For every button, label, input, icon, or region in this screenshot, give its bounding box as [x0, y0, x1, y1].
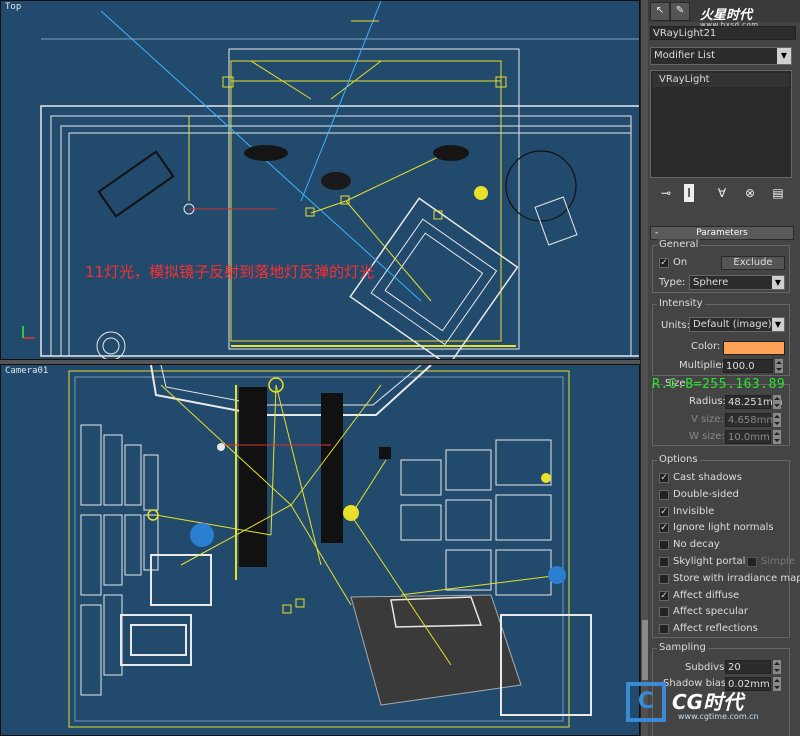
chevron-down-icon[interactable]: ▼	[772, 318, 784, 331]
type-value: Sphere	[693, 277, 729, 288]
cgtime-logo-icon: C	[626, 682, 666, 722]
option-checkbox[interactable]	[659, 489, 669, 500]
chevron-down-icon[interactable]: ▼	[777, 48, 791, 64]
parameters-rollout-header[interactable]: - Parameters	[650, 226, 794, 240]
color-label: Color:	[691, 341, 721, 352]
watermark-text: CG时代	[672, 690, 744, 714]
option-label: Cast shadows	[673, 472, 742, 483]
options-group-title: Options	[657, 454, 700, 465]
option-checkbox[interactable]	[659, 607, 669, 618]
select-tool-icon[interactable]: ↖	[650, 2, 670, 21]
type-label: Type:	[659, 277, 686, 288]
option-label: Affect diffuse	[673, 589, 740, 601]
option-checkbox[interactable]	[659, 557, 669, 567]
radius-spinner[interactable]	[773, 395, 781, 409]
subdivs-label: Subdivs:	[685, 662, 728, 673]
simple-label: Simple	[761, 556, 796, 567]
intensity-group: Intensity Units: Default (image) ▼ Color…	[652, 298, 790, 376]
option-label: No decay	[673, 539, 720, 551]
type-dropdown[interactable]: Sphere ▼	[689, 275, 785, 290]
units-label: Units:	[661, 320, 690, 331]
vsize-label: V size:	[691, 414, 724, 425]
option-label: Store with irradiance map	[673, 572, 800, 584]
subdivs-field[interactable]: 20	[725, 660, 771, 674]
color-swatch[interactable]	[723, 341, 785, 355]
top-viewport[interactable]: Top 11灯光，模拟镜子反射到落地灯反弹的灯光	[0, 0, 640, 360]
rgb-readout: R.G.B=255.163.89	[652, 377, 786, 392]
options-group: Options ✓ Cast shadows Double-sided ✓ Invisi…	[652, 454, 800, 638]
option-checkbox[interactable]	[659, 624, 669, 635]
radius-field[interactable]: 48.251mm	[725, 395, 782, 409]
option-label: Skylight portal	[673, 556, 746, 567]
sampling-group-title: Sampling	[657, 642, 708, 653]
option-checkbox[interactable]	[659, 573, 669, 584]
exclude-button[interactable]: Exclude	[721, 256, 785, 270]
watermark-url: www.cgtime.com.cn	[678, 712, 759, 721]
configure-modifier-sets-icon[interactable]: ▤	[768, 184, 788, 202]
intensity-group-title: Intensity	[657, 298, 705, 309]
modifier-list-label: Modifier List	[654, 50, 716, 61]
option-checkbox[interactable]: ✓	[659, 473, 669, 483]
multiplier-label: Multiplier:	[679, 360, 729, 371]
camera-viewport-wireframe	[68, 365, 592, 728]
remove-modifier-icon[interactable]: ⊗	[740, 184, 760, 202]
on-checkbox[interactable]: ✓	[659, 258, 669, 268]
command-panel-tabs: ↖ ✎ 火星时代 www.hxsd.com	[648, 0, 800, 29]
chevron-down-icon[interactable]: ▼	[772, 276, 784, 289]
pin-stack-icon[interactable]: ⊸	[656, 184, 676, 202]
general-group: General ✓ On Exclude Type: Sphere ▼	[652, 239, 790, 293]
wsize-field[interactable]: 10.0mm	[725, 430, 771, 444]
option-checkbox[interactable]: ✓	[659, 523, 669, 534]
rollout-title: Parameters	[696, 228, 748, 238]
wsize-label: W size:	[689, 431, 725, 442]
option-label: Double-sided	[673, 488, 739, 500]
units-value: Default (image)	[693, 319, 772, 330]
multiplier-spinner[interactable]	[775, 359, 783, 373]
multiplier-field[interactable]: 100.0	[723, 359, 773, 373]
units-dropdown[interactable]: Default (image) ▼	[689, 317, 785, 332]
stack-toolbar: ⊸ I ∀ ⊗ ▤	[650, 182, 796, 204]
command-panel: ↖ ✎ 火星时代 www.hxsd.com VRayLight21 Modifi…	[648, 0, 800, 736]
object-name-field[interactable]: VRayLight21	[650, 26, 796, 40]
radius-label: Radius:	[689, 396, 726, 407]
simple-checkbox[interactable]	[747, 557, 757, 567]
option-checkbox[interactable]: ✓	[659, 590, 669, 601]
wsize-spinner[interactable]	[773, 430, 781, 444]
general-group-title: General	[657, 239, 701, 250]
vsize-field[interactable]: 4.658mm	[725, 413, 776, 427]
subdivs-spinner[interactable]	[773, 660, 781, 674]
size-group: Size Radius: 48.251mm V size: 4.658mm W …	[652, 378, 790, 446]
option-checkbox[interactable]: ✓	[659, 506, 669, 517]
annotation-text: 11灯光，模拟镜子反射到落地灯反弹的灯光	[85, 263, 375, 281]
option-label: Ignore light normals	[673, 522, 774, 534]
on-label: On	[673, 257, 688, 268]
stack-item-vraylight[interactable]: VRayLight	[653, 73, 789, 87]
modify-tab-icon[interactable]: ✎	[670, 2, 690, 21]
option-label: Affect reflections	[673, 623, 758, 635]
collapse-icon: -	[655, 228, 659, 238]
modifier-list-dropdown[interactable]: Modifier List ▼	[650, 47, 792, 65]
option-label: Affect specular	[673, 606, 749, 618]
option-checkbox[interactable]	[659, 540, 669, 551]
camera-viewport[interactable]: Camera01	[0, 364, 640, 736]
option-label: Invisible	[673, 505, 715, 517]
cgtime-watermark: C CG时代 www.cgtime.com.cn	[626, 682, 800, 736]
modifier-stack[interactable]: VRayLight	[650, 70, 792, 178]
make-unique-icon[interactable]: ∀	[712, 184, 732, 202]
top-viewport-wireframe	[22, 1, 639, 359]
show-end-result-icon[interactable]: I	[684, 184, 694, 202]
vsize-spinner[interactable]	[773, 413, 781, 427]
